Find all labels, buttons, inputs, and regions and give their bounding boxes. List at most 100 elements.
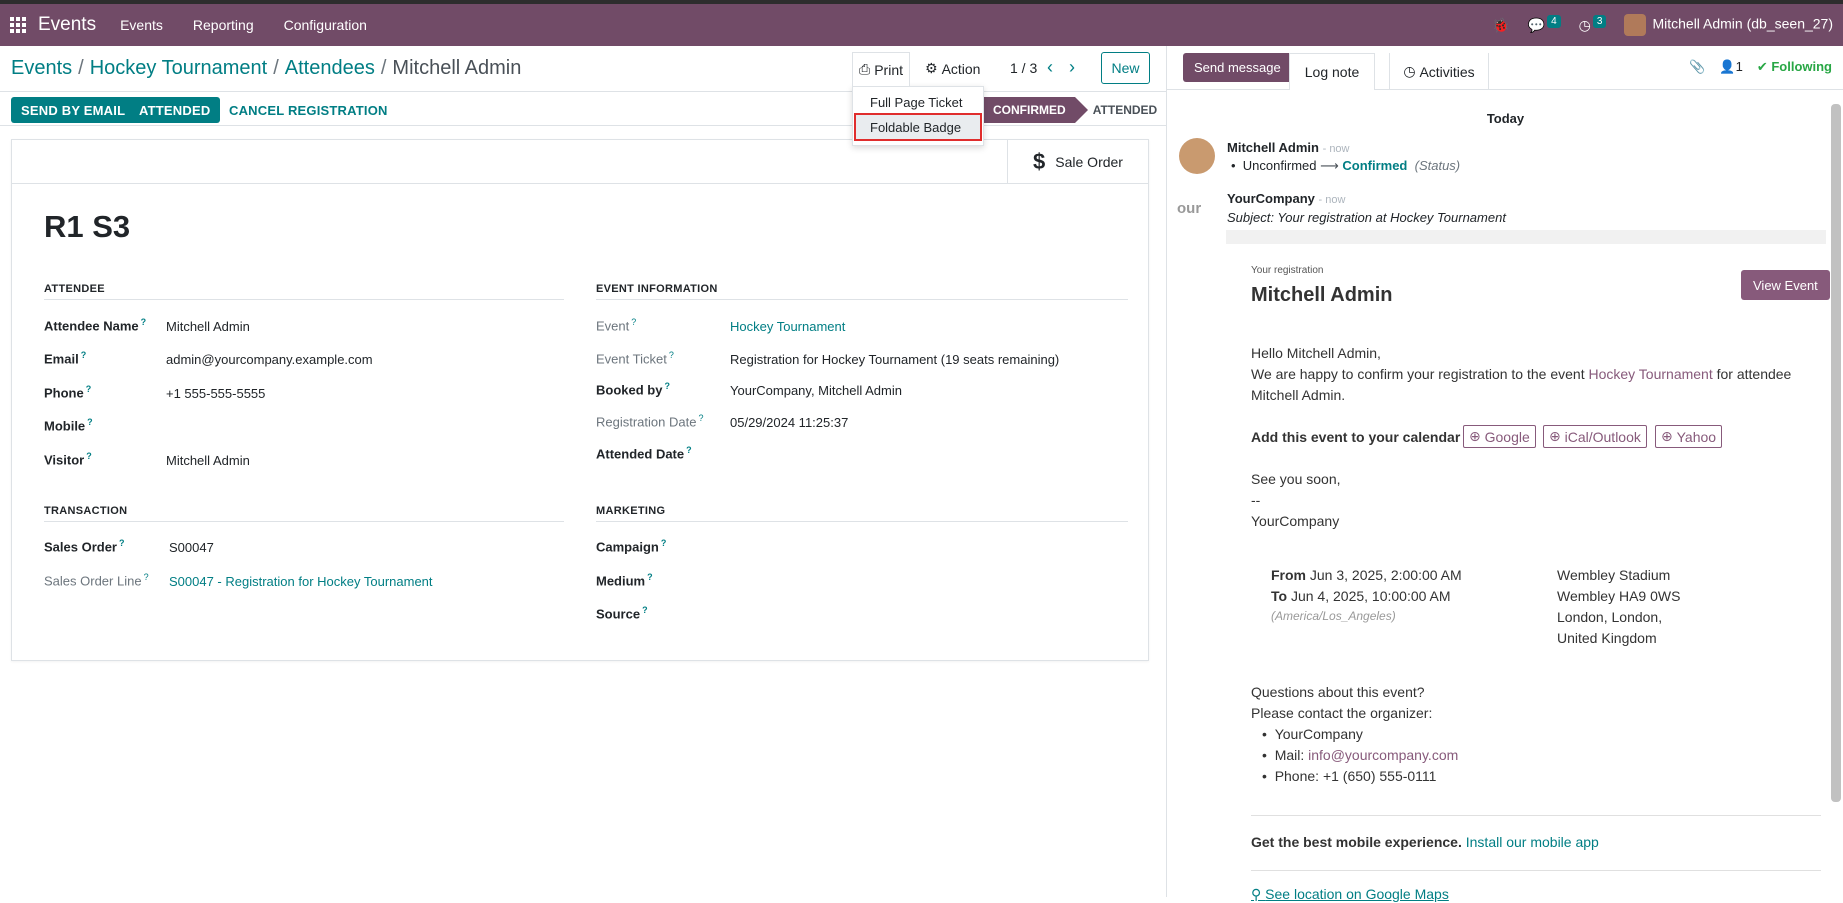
field-phone[interactable]: +1 555-555-5555: [166, 386, 265, 401]
chatter-scrollbar[interactable]: [1831, 104, 1841, 802]
field-visitor[interactable]: Mitchell Admin: [166, 453, 250, 468]
send-message-button[interactable]: Send message: [1183, 53, 1292, 82]
user-icon: 👤: [1719, 59, 1736, 74]
plus-icon: ⊕: [1661, 428, 1677, 444]
breadcrumb: Events / Hockey Tournament / Attendees / Mitch…: [11, 57, 522, 79]
sale-order-smart-button[interactable]: $ Sale Order: [1007, 140, 1148, 184]
log-note-button[interactable]: Log note: [1289, 53, 1375, 90]
breadcrumb-current: Mitchell Admin: [392, 57, 522, 79]
breadcrumb-events[interactable]: Events: [11, 57, 72, 79]
label-event-ticket: Event Ticket?: [596, 350, 674, 367]
mail-header-band: [1226, 230, 1826, 244]
app-name[interactable]: Events: [38, 14, 96, 36]
label-email: Email?: [44, 350, 87, 367]
new-button[interactable]: New: [1101, 52, 1150, 84]
add-to-calendar-label: Add this event to your calendar: [1251, 429, 1461, 445]
mobile-app-promo: Get the best mobile experience. Install …: [1251, 834, 1599, 850]
mail-link[interactable]: info@yourcompany.com: [1308, 747, 1458, 763]
pager-next-icon[interactable]: ›: [1069, 57, 1075, 78]
field-attended-date[interactable]: [730, 447, 930, 463]
control-panel: Events / Hockey Tournament / Attendees / Mitch…: [0, 46, 1166, 92]
avatar[interactable]: [1179, 138, 1215, 174]
field-event[interactable]: Hockey Tournament: [730, 319, 845, 334]
field-event-ticket[interactable]: Registration for Hockey Tournament (19 s…: [730, 352, 1059, 367]
clock-icon: ◷: [1578, 16, 1591, 33]
menu-events[interactable]: Events: [120, 17, 163, 33]
message-author: YourCompany - now: [1227, 191, 1346, 206]
divider: [1251, 870, 1821, 871]
label-sales-order-line: Sales Order Line?: [44, 572, 149, 589]
send-by-email-button[interactable]: SEND BY EMAIL: [11, 97, 136, 123]
truncated-text: our: [1177, 200, 1202, 217]
plus-icon: ⊕: [1469, 428, 1485, 444]
button-box: $ Sale Order: [12, 140, 1148, 184]
calendar-yahoo-button[interactable]: ⊕ Yahoo: [1655, 425, 1723, 448]
field-sales-order[interactable]: S00047: [169, 540, 214, 555]
activities-badge: 3: [1592, 14, 1607, 28]
avatar: [1624, 14, 1647, 36]
messages-button[interactable]: 💬 4: [1528, 14, 1561, 34]
user-menu[interactable]: Mitchell Admin (db_seen_27): [1624, 14, 1833, 36]
mail-company: YourCompany: [1251, 513, 1340, 529]
action-button[interactable]: ⚙ Action: [925, 60, 980, 77]
chatter-actions: 📎 👤1 ✔ Following: [1689, 59, 1832, 75]
field-sales-order-line[interactable]: S00047 - Registration for Hockey Tournam…: [169, 574, 433, 589]
following-button[interactable]: ✔ Following: [1757, 59, 1832, 75]
label-source: Source?: [596, 605, 648, 622]
pager-value[interactable]: 1 / 3: [1010, 60, 1037, 76]
event-timezone: (America/Los_Angeles): [1271, 609, 1396, 623]
menu-reporting[interactable]: Reporting: [193, 17, 254, 33]
field-mobile[interactable]: [166, 419, 366, 435]
group-event-information: EVENT INFORMATION: [596, 283, 1128, 300]
breadcrumb-attendees[interactable]: Attendees: [285, 57, 375, 79]
label-campaign: Campaign?: [596, 538, 667, 555]
field-booked-by[interactable]: YourCompany, Mitchell Admin: [730, 383, 902, 398]
venue-line: United Kingdom: [1557, 630, 1657, 646]
gear-icon: ⚙: [925, 60, 938, 76]
cancel-registration-button[interactable]: CANCEL REGISTRATION: [219, 97, 398, 123]
message-subject: Subject: Your registration at Hockey Tou…: [1227, 210, 1506, 225]
mail-questions: Questions about this event?: [1251, 684, 1425, 700]
menu-item-full-page-ticket[interactable]: Full Page Ticket: [870, 95, 963, 110]
field-attendee-name[interactable]: Mitchell Admin: [166, 319, 250, 334]
view-event-button[interactable]: View Event: [1741, 270, 1830, 300]
menu-configuration[interactable]: Configuration: [284, 17, 367, 33]
menu-item-foldable-badge[interactable]: Foldable Badge: [870, 120, 961, 135]
field-registration-date[interactable]: 05/29/2024 11:25:37: [730, 415, 848, 430]
attended-button[interactable]: ATTENDED: [129, 97, 221, 123]
app-menu-icon[interactable]: [10, 17, 26, 33]
messages-badge: 4: [1547, 14, 1561, 28]
mail-body-line: We are happy to confirm your registratio…: [1251, 366, 1792, 382]
label-mobile: Mobile?: [44, 417, 93, 434]
field-source[interactable]: [730, 607, 930, 623]
mail-kicker: Your registration: [1251, 265, 1324, 276]
stage-attended[interactable]: ATTENDED: [1090, 97, 1160, 123]
activities-button[interactable]: ◷ 3: [1578, 14, 1607, 34]
field-medium[interactable]: [730, 574, 930, 590]
divider: [1251, 815, 1821, 816]
venue-line: Wembley Stadium: [1557, 567, 1671, 583]
mail-greeting: Hello Mitchell Admin,: [1251, 345, 1381, 361]
message-author: Mitchell Admin - now: [1227, 140, 1350, 155]
status-bar: SEND BY EMAIL ATTENDED CANCEL REGISTRATI…: [0, 92, 1166, 126]
event-from: From Jun 3, 2025, 2:00:00 AM: [1271, 567, 1462, 583]
breadcrumb-hockey-tournament[interactable]: Hockey Tournament: [90, 57, 268, 79]
stage-confirmed[interactable]: CONFIRMED: [983, 97, 1088, 123]
date-separator: Today: [1486, 111, 1525, 126]
field-campaign[interactable]: [730, 540, 930, 556]
print-button[interactable]: ⎙ Print: [852, 52, 910, 86]
activities-tab-button[interactable]: ◷ Activities: [1389, 53, 1489, 90]
plus-icon: ⊕: [1549, 428, 1565, 444]
calendar-ical-button[interactable]: ⊕ iCal/Outlook: [1543, 425, 1647, 448]
bug-icon[interactable]: 🐞: [1492, 17, 1509, 34]
label-event: Event?: [596, 317, 637, 334]
followers-button[interactable]: 👤1: [1719, 59, 1742, 75]
event-link[interactable]: Hockey Tournament: [1588, 366, 1712, 382]
install-app-link[interactable]: Install our mobile app: [1462, 834, 1599, 850]
paperclip-icon[interactable]: 📎: [1689, 59, 1705, 75]
field-email[interactable]: admin@yourcompany.example.com: [166, 352, 373, 367]
pager-prev-icon[interactable]: ‹: [1047, 57, 1053, 78]
google-maps-link[interactable]: ⚲ See location on Google Maps: [1251, 886, 1449, 903]
calendar-google-button[interactable]: ⊕ Google: [1463, 425, 1536, 448]
label-attendee-name: Attendee Name?: [44, 317, 147, 334]
